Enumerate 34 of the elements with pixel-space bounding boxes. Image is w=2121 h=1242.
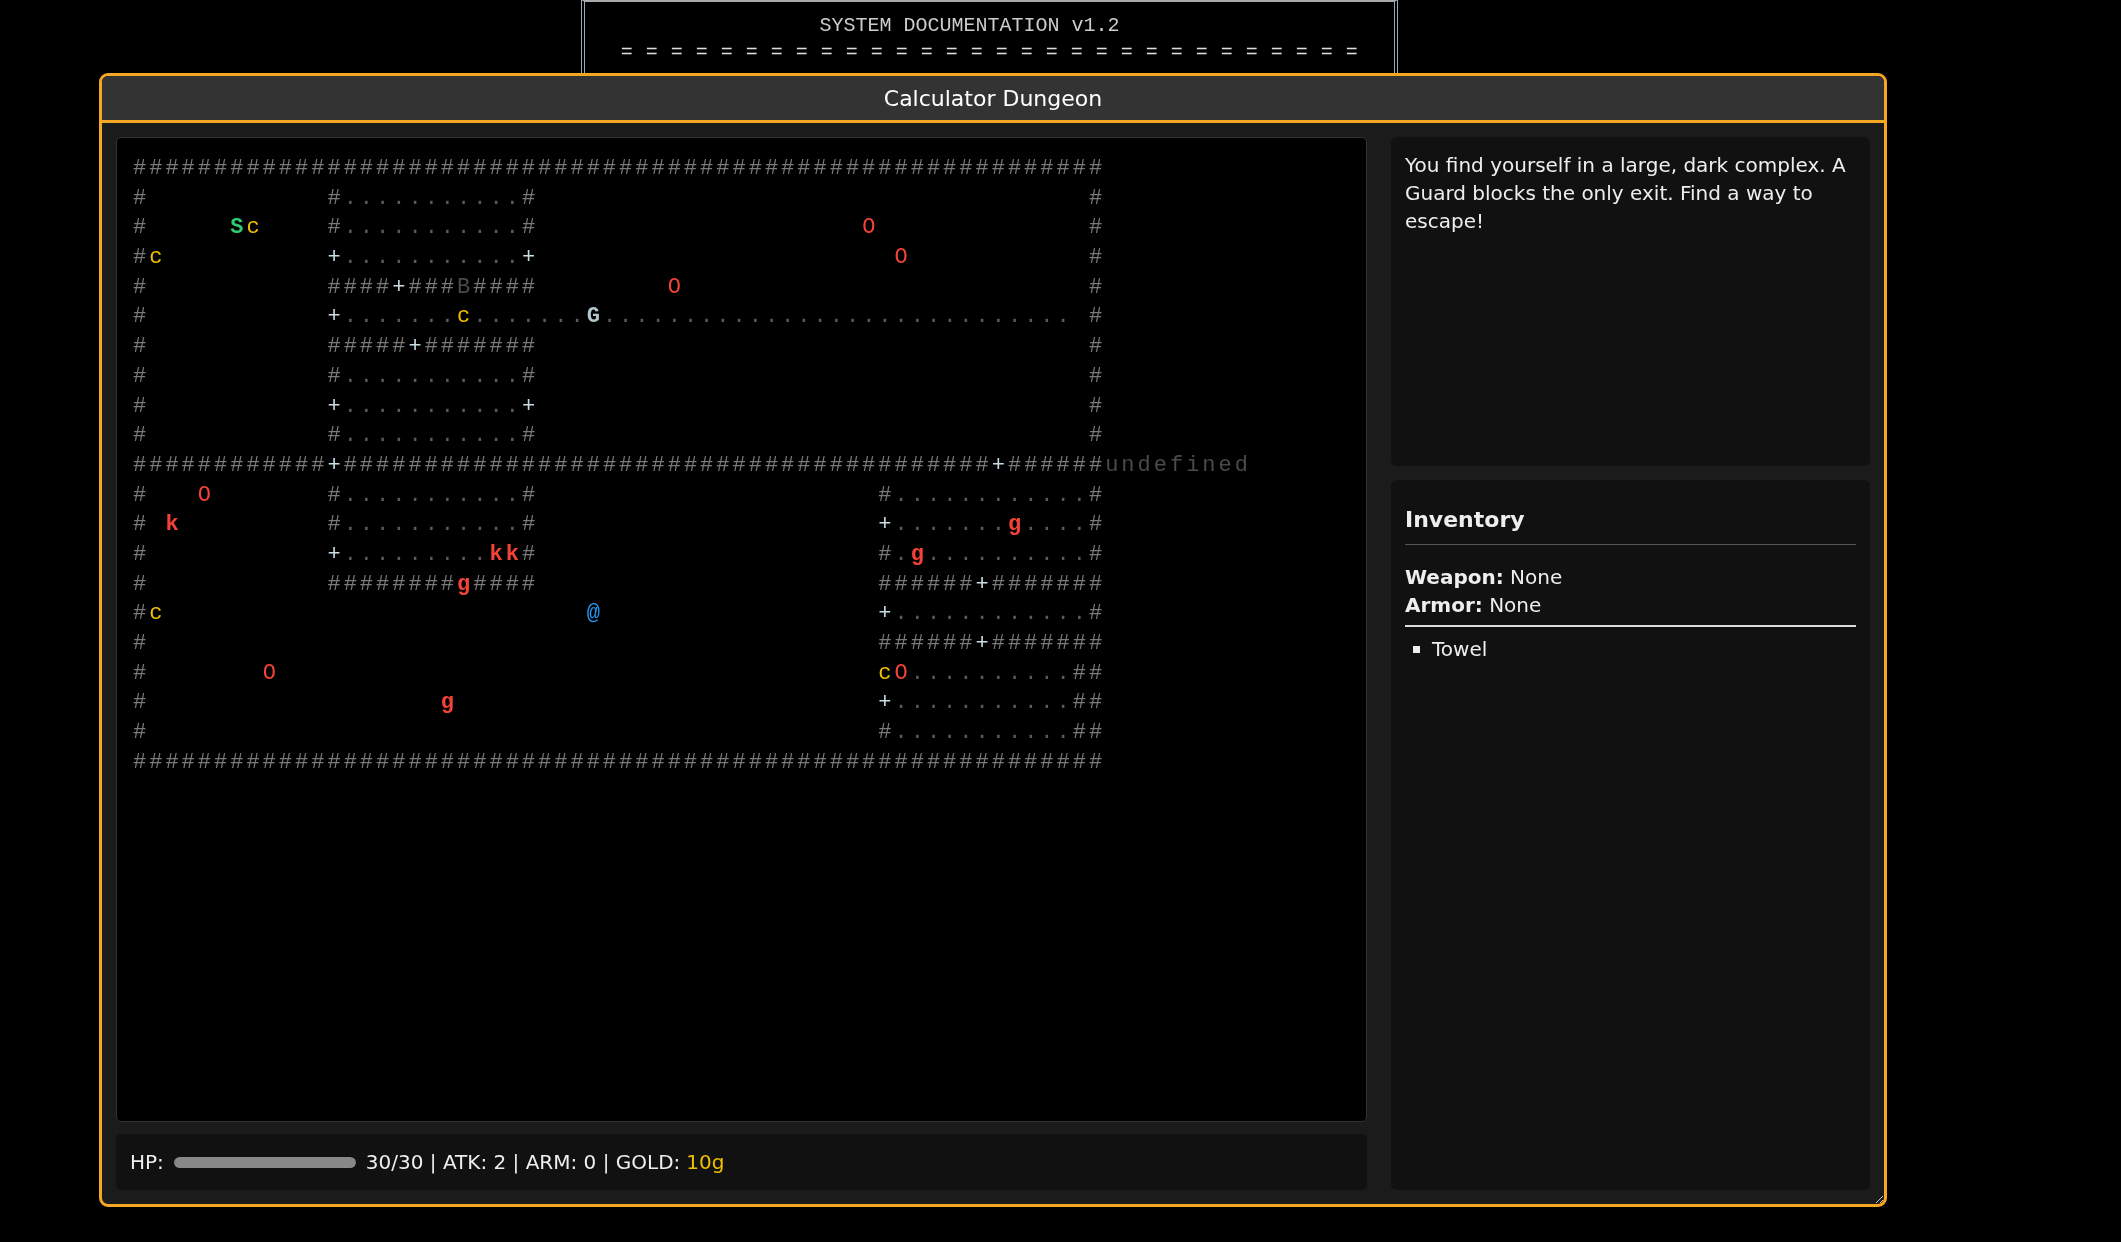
- equipment-line: Armor: None: [1405, 592, 1543, 619]
- map-row-text: # +.........kk# #.g..........#: [133, 540, 1107, 569]
- rule-line: = = = = = = = = = = = = = = = = = = = = = = = = = = = = = =: [620, 41, 1359, 64]
- inventory-title: Inventory: [1405, 494, 1856, 545]
- map-row-text: # ####+###B#### O #: [133, 273, 1107, 302]
- window-title: Calculator Dungeon: [102, 76, 1884, 123]
- map-row-text: # g +...........##: [133, 689, 1107, 718]
- map-row-text: # #####+####### #: [133, 333, 1107, 362]
- map-row-text: # #...........# #: [133, 362, 1107, 391]
- hp-label: HP:: [130, 1150, 164, 1174]
- equipment-line: Weapon: None: [1405, 564, 1564, 591]
- bullet-icon: [1413, 645, 1420, 653]
- map-row-text: # ########g#### ######+#######: [133, 570, 1107, 599]
- inventory-item[interactable]: Towel: [1432, 635, 1488, 663]
- map-row-text: # O #...........# #............#: [133, 481, 1107, 510]
- map-row-text: # +...........+ #: [133, 392, 1107, 421]
- map-row-text: # S c #...........# O #: [133, 214, 1107, 243]
- map-row-text: ############################################################: [133, 155, 1107, 183]
- map-row-text: ############+########################################+######undefined: [133, 451, 1252, 480]
- map-row-text: ############################################################: [133, 748, 1107, 777]
- documentation-title: SYSTEM DOCUMENTATION v1.2: [819, 14, 1120, 37]
- map-row-text: #c @ +............#: [133, 600, 1107, 629]
- map-row-text: # #...........# #: [133, 184, 1107, 213]
- stats-text: 30/30 | ATK: 2 | ARM: 0 | GOLD:: [365, 1150, 681, 1174]
- map-row-text: # #...........##: [133, 719, 1107, 748]
- map-row-text: #c +...........+ O #: [133, 244, 1107, 273]
- map-row-text: # ######+#######: [133, 630, 1107, 658]
- message-text: You find yourself in a large, dark complex. A Guard blocks the only exit. Find a way to escape!: [1405, 152, 1847, 235]
- map-row-text: # k #...........# +.......g....#: [133, 511, 1107, 540]
- map-row-text: # +.......c.......G............................. #: [133, 303, 1107, 332]
- map-row-text: # O c O..........##: [133, 659, 1107, 688]
- resize-handle-icon[interactable]: [1874, 1194, 1884, 1204]
- currency-amount: 10g: [686, 1150, 725, 1174]
- map-row-text: # #...........# #: [133, 422, 1107, 451]
